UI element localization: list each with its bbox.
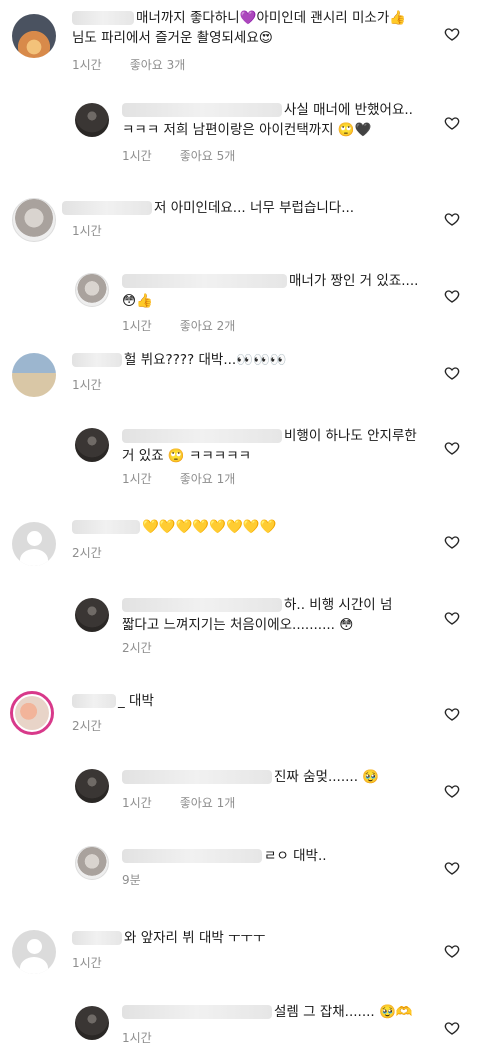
avatar[interactable] (75, 428, 109, 462)
avatar[interactable] (75, 598, 109, 632)
username[interactable] (62, 201, 152, 215)
comment-time: 2시간 (122, 641, 152, 655)
comment-text: 저 아미인데요... 너무 부럽습니다... (154, 200, 355, 216)
heart-icon[interactable] (444, 440, 460, 456)
comment-time: 1시간 (72, 956, 102, 970)
heart-icon[interactable] (444, 211, 460, 227)
reply-row: 하.. 비행 시간이 넘 짧다고 느껴지기는 처음이에오.......... 😳… (0, 590, 480, 660)
comment-time: 2시간 (72, 546, 102, 560)
username[interactable] (122, 770, 272, 784)
heart-icon[interactable] (444, 610, 460, 626)
comment-text: 헐 뷔요???? 대박...👀👀👀 (124, 352, 287, 368)
avatar[interactable] (12, 198, 56, 242)
avatar[interactable] (75, 769, 109, 803)
username[interactable] (72, 353, 122, 367)
avatar[interactable] (75, 103, 109, 137)
username[interactable] (72, 11, 134, 25)
comment-time: 9분 (122, 873, 141, 887)
comment-text: ㄹㅇ 대박.. (264, 848, 327, 864)
heart-icon[interactable] (444, 706, 460, 722)
comment-row: 💛💛💛💛💛💛💛💛 2시간 (0, 512, 480, 572)
comment-time: 1시간 (72, 224, 102, 238)
avatar[interactable] (12, 353, 56, 397)
reply-row: 매너가 짱인 거 있죠.... 😳👍 1시간 좋아요 2개 (0, 265, 480, 340)
heart-icon[interactable] (444, 26, 460, 42)
avatar[interactable] (75, 846, 109, 880)
avatar[interactable] (12, 930, 56, 974)
comment-time: 1시간 (122, 472, 152, 486)
comment-text: 와 앞자리 뷔 대박 ㅜㅜㅜ (124, 930, 266, 946)
heart-icon[interactable] (444, 534, 460, 550)
avatar[interactable] (10, 691, 54, 735)
heart-icon[interactable] (444, 783, 460, 799)
comment-row: _ 대박 2시간 (0, 683, 480, 743)
comment-likes[interactable]: 좋아요 1개 (180, 472, 236, 486)
comment-time: 1시간 (122, 149, 152, 163)
avatar[interactable] (75, 1006, 109, 1040)
reply-row: 진짜 숨멎....... 🥹 1시간 좋아요 1개 (0, 763, 480, 823)
comment-text: _ 대박 (118, 693, 154, 709)
username[interactable] (72, 520, 140, 534)
username[interactable] (72, 931, 122, 945)
username[interactable] (72, 694, 116, 708)
comment-row: 와 앞자리 뷔 대박 ㅜㅜㅜ 1시간 (0, 922, 480, 982)
heart-icon[interactable] (444, 115, 460, 131)
avatar[interactable] (12, 522, 56, 566)
avatar[interactable] (12, 14, 56, 58)
heart-icon[interactable] (444, 1020, 460, 1036)
username[interactable] (122, 103, 282, 117)
reply-row: 사실 매너에 반했어요.. ㅋㅋㅋ 저희 남편이랑은 아이컨택까지 🙄🖤 1시간… (0, 95, 480, 175)
comment-row: 매너까지 좋다하니💜아미인데 괜시리 미소가👍 님도 파리에서 즐거운 촬영되세… (0, 0, 480, 80)
heart-icon[interactable] (444, 943, 460, 959)
comment-time: 1시간 (122, 1031, 152, 1045)
heart-icon[interactable] (444, 365, 460, 381)
comment-time: 1시간 (72, 378, 102, 392)
comment-text: 💛💛💛💛💛💛💛💛 (142, 519, 277, 535)
comment-likes[interactable]: 좋아요 3개 (130, 58, 186, 72)
comment-likes[interactable]: 좋아요 5개 (180, 149, 236, 163)
reply-row: 설렘 그 잡채....... 🥹🫶 1시간 (0, 998, 480, 1055)
username[interactable] (122, 598, 282, 612)
username[interactable] (122, 429, 282, 443)
comment-likes[interactable]: 좋아요 2개 (180, 319, 236, 333)
avatar[interactable] (75, 273, 109, 307)
username[interactable] (122, 849, 262, 863)
username[interactable] (122, 1005, 272, 1019)
reply-row: 비행이 하나도 안지루한 거 있죠 🙄 ㅋㅋㅋㅋㅋ 1시간 좋아요 1개 (0, 420, 480, 495)
username[interactable] (122, 274, 287, 288)
comment-text: 진짜 숨멎....... 🥹 (274, 769, 380, 785)
comment-row: 저 아미인데요... 너무 부럽습니다... 1시간 (0, 192, 480, 252)
comment-time: 2시간 (72, 719, 102, 733)
comment-likes[interactable]: 좋아요 1개 (180, 796, 236, 810)
comment-time: 1시간 (122, 319, 152, 333)
reply-row: ㄹㅇ 대박.. 9분 (0, 838, 480, 898)
heart-icon[interactable] (444, 860, 460, 876)
heart-icon[interactable] (444, 288, 460, 304)
comment-time: 1시간 (72, 58, 102, 72)
comment-time: 1시간 (122, 796, 152, 810)
comment-row: 헐 뷔요???? 대박...👀👀👀 1시간 (0, 345, 480, 405)
comment-text: 설렘 그 잡채....... 🥹🫶 (274, 1004, 413, 1020)
